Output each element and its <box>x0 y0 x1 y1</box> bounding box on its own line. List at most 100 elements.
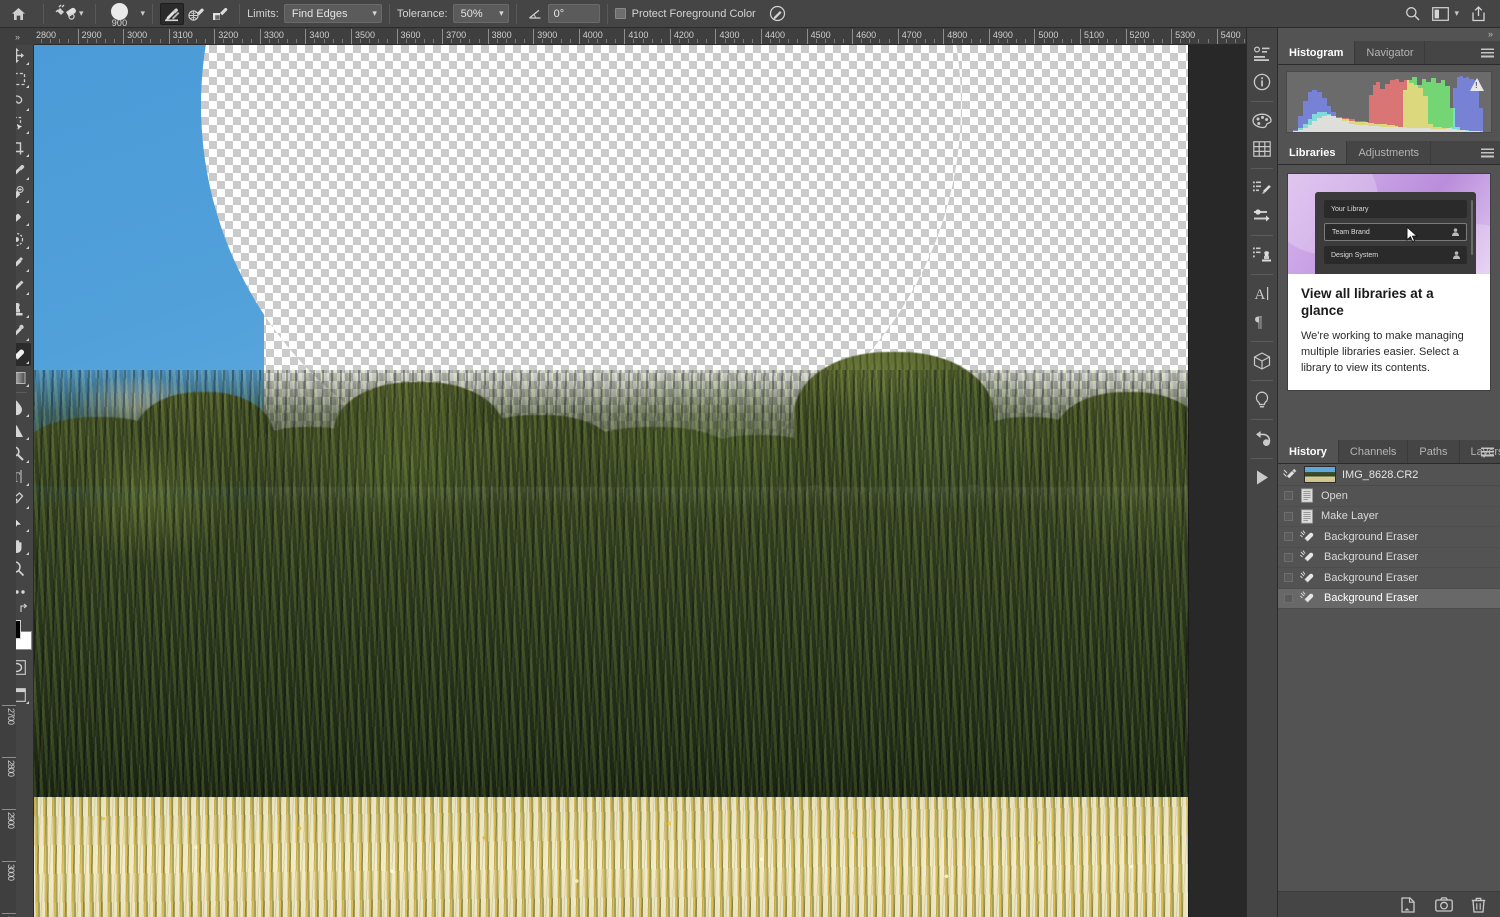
horizontal-ruler[interactable]: 2800 2900 3000 3100 3200 3300 3400 3500 3600 3700… <box>34 28 1246 45</box>
history-state-source-toggle[interactable] <box>1284 593 1293 603</box>
ruler-minor-tick <box>979 39 981 43</box>
trash-icon[interactable] <box>1471 897 1486 913</box>
history-snapshot-row[interactable]: IMG_8628.CR2 <box>1278 464 1500 486</box>
dock-clone-source[interactable] <box>1249 241 1275 268</box>
tolerance-dropdown[interactable]: 50% ▾ <box>452 4 509 23</box>
tool-preset-picker[interactable]: ▾ <box>51 4 88 24</box>
angle-value: 0° <box>553 7 565 20</box>
library-list-mock: Your Library Team Brand Design System <box>1315 192 1476 274</box>
play-triangle-icon <box>1257 470 1268 485</box>
dock-properties[interactable] <box>1249 40 1275 67</box>
tab-histogram[interactable]: Histogram <box>1278 41 1356 64</box>
panel-menu-icon[interactable] <box>1481 48 1494 57</box>
sampling-continuous-button[interactable] <box>160 2 185 25</box>
dock-info[interactable] <box>1249 68 1275 95</box>
libraries-promo-card[interactable]: Your Library Team Brand Design System Vi… <box>1287 173 1491 392</box>
ruler-minor-tick <box>742 39 744 43</box>
history-state-row[interactable]: Background Eraser <box>1278 568 1500 589</box>
workspace-icon <box>1432 6 1450 21</box>
ruler-minor-tick <box>925 39 927 43</box>
history-state-source-toggle[interactable] <box>1284 532 1293 542</box>
history-state-source-toggle[interactable] <box>1284 491 1293 501</box>
ruler-minor-tick <box>797 39 799 43</box>
dock-brush-settings[interactable] <box>1249 174 1275 201</box>
background-eraser-icon <box>1300 550 1314 562</box>
dock-actions[interactable] <box>1249 464 1275 491</box>
dock-paragraph[interactable]: ¶ <box>1249 308 1275 335</box>
history-state-row[interactable]: Background Eraser <box>1278 527 1500 548</box>
pressure-size-button[interactable] <box>766 3 790 25</box>
dock-color[interactable] <box>1249 107 1275 134</box>
new-document-icon[interactable] <box>1400 896 1417 913</box>
sampling-once-button[interactable] <box>184 3 208 25</box>
person-icon <box>1452 228 1459 236</box>
tab-paths[interactable]: Paths <box>1408 440 1460 463</box>
histogram-chart[interactable] <box>1286 71 1492 133</box>
brush-size-preview[interactable]: 900 <box>103 0 137 28</box>
tab-history[interactable]: History <box>1278 440 1339 463</box>
protect-foreground-color-checkbox[interactable]: Protect Foreground Color <box>614 8 756 20</box>
tab-channels[interactable]: Channels <box>1338 440 1409 463</box>
share-icon[interactable] <box>1471 5 1486 22</box>
history-state-source-toggle[interactable] <box>1284 552 1293 562</box>
panel-menu-icon[interactable] <box>1481 447 1494 456</box>
ruler-minor-tick <box>1180 39 1182 43</box>
dock-learn[interactable] <box>1249 386 1275 413</box>
tab-navigator[interactable]: Navigator <box>1355 41 1426 64</box>
ruler-minor-tick <box>870 39 872 43</box>
home-icon[interactable] <box>0 0 36 28</box>
tolerance-label: Tolerance: <box>396 7 448 20</box>
color-palette-icon <box>1252 113 1272 128</box>
chevron-down-icon[interactable]: ▾ <box>79 9 84 18</box>
history-state-source-toggle[interactable] <box>1284 573 1293 583</box>
vertical-ruler[interactable]: 2700 2800 2900 3000 3100 <box>0 45 16 917</box>
document-canvas[interactable] <box>34 45 1189 917</box>
panels-collapse-button[interactable]: » <box>1278 28 1500 41</box>
swap-colors-icon[interactable] <box>19 603 31 615</box>
angle-field[interactable]: 0° <box>547 4 600 23</box>
background-eraser-icon <box>55 4 76 20</box>
tab-libraries[interactable]: Libraries <box>1278 141 1348 164</box>
svg-text:¶: ¶ <box>1255 314 1263 330</box>
dock-swatches[interactable] <box>1249 135 1275 162</box>
dock-character[interactable]: A <box>1249 280 1275 307</box>
history-state-row[interactable]: Make Layer <box>1278 507 1500 527</box>
ruler-minor-tick <box>770 39 772 43</box>
history-state-row[interactable]: Background Eraser <box>1278 588 1500 609</box>
camera-icon[interactable] <box>1435 897 1453 912</box>
dock-brushes[interactable] <box>1249 202 1275 229</box>
cached-data-warning-icon[interactable] <box>1470 78 1484 91</box>
workspace-switcher[interactable]: ▾ <box>1432 6 1459 21</box>
panel-menu-icon[interactable] <box>1481 148 1494 157</box>
ruler-minor-tick <box>952 39 954 43</box>
history-state-row[interactable]: Background Eraser <box>1278 548 1500 568</box>
character-icon: A <box>1255 287 1269 302</box>
ruler-minor-tick <box>1052 39 1054 43</box>
sampling-background-swatch-button[interactable] <box>208 3 232 25</box>
ruler-minor-tick <box>1134 39 1136 43</box>
ruler-minor-tick <box>569 39 571 43</box>
ruler-minor-tick <box>514 39 516 43</box>
dock-3d[interactable] <box>1249 347 1275 374</box>
history-state-source-toggle[interactable] <box>1284 511 1293 521</box>
histogram-bar <box>1348 123 1356 132</box>
limits-dropdown[interactable]: Find Edges ▾ <box>283 4 382 23</box>
ruler-tick: 5300 <box>1171 29 1195 44</box>
dock-history-undo[interactable] <box>1249 425 1275 452</box>
history-state-row[interactable]: Open <box>1278 486 1500 507</box>
ruler-minor-tick <box>460 39 462 43</box>
canvas-area[interactable] <box>34 45 1246 917</box>
brush-picker-chevron-down-icon[interactable]: ▾ <box>141 9 146 18</box>
search-icon[interactable] <box>1405 6 1420 21</box>
options-bar: ▾ 900 ▾ Limits: Find Edges ▾ Tolerance: … <box>0 0 1500 28</box>
document-edge <box>1188 45 1189 917</box>
ruler-minor-tick <box>1043 39 1045 43</box>
library-item-mock: Your Library <box>1324 200 1467 218</box>
ruler-minor-tick <box>296 39 298 43</box>
ruler-corner-collapse[interactable]: » <box>0 28 34 45</box>
histogram-bar <box>1421 79 1427 132</box>
histogram-bar <box>1447 128 1451 132</box>
ruler-minor-tick <box>934 39 936 43</box>
ruler-minor-tick <box>132 39 134 43</box>
tab-adjustments[interactable]: Adjustments <box>1347 141 1431 164</box>
